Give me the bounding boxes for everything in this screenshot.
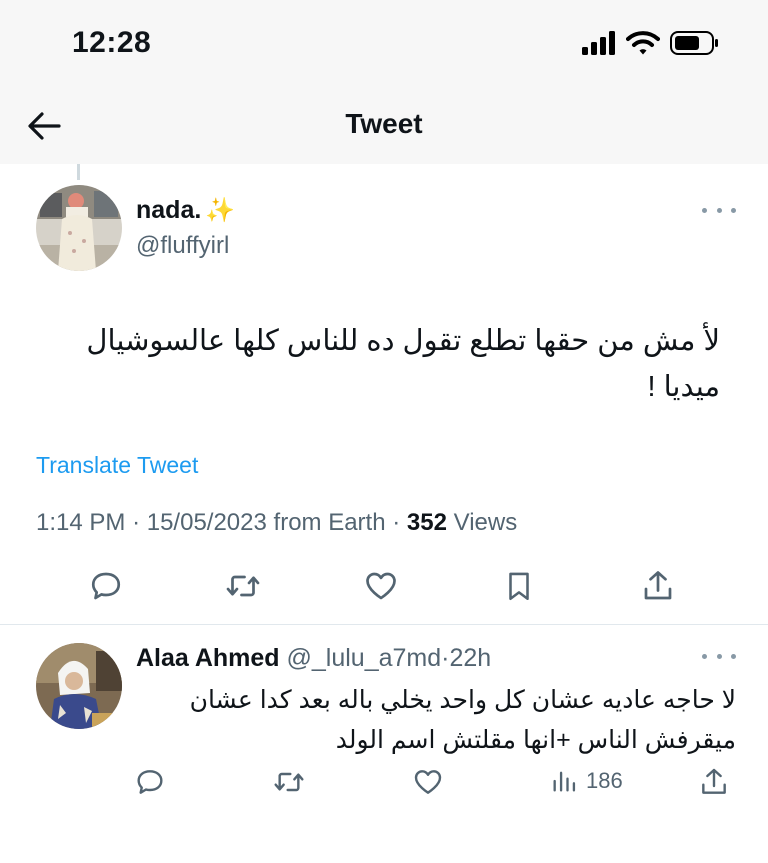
retweet-button[interactable] — [224, 568, 262, 604]
bookmark-icon — [509, 572, 529, 601]
share-icon — [702, 768, 726, 794]
views-chart-icon — [553, 771, 576, 792]
translate-tweet-link[interactable]: Translate Tweet — [36, 452, 198, 479]
status-time: 12:28 — [72, 26, 152, 59]
tweet-time: 1:14 PM — [36, 509, 126, 536]
bookmark-button[interactable] — [502, 568, 536, 604]
tweet-actions — [0, 562, 768, 610]
reply-retweet-button[interactable] — [272, 766, 306, 798]
retweet-icon — [274, 772, 304, 792]
reply-text: لا حاجه عاديه عشان كل واحد يخلي باله بعد… — [189, 686, 736, 754]
reply-share-button[interactable] — [698, 766, 730, 798]
retweet-icon — [226, 575, 260, 597]
author-avatar[interactable] — [36, 185, 122, 271]
reply-views-button[interactable]: 186 — [550, 766, 623, 796]
avatar-image — [36, 185, 122, 271]
thread-connector — [77, 164, 80, 180]
share-icon — [644, 571, 672, 600]
tweet-source: from Earth — [273, 509, 386, 536]
status-bar: 12:28 — [0, 0, 768, 88]
reply-icon — [137, 770, 163, 794]
meta-separator: · — [132, 509, 141, 536]
avatar-image — [36, 643, 122, 729]
battery-icon — [670, 31, 718, 55]
sparkles-emoji: ✨ — [205, 197, 236, 224]
more-options-button[interactable] — [702, 200, 736, 220]
reply-timestamp[interactable]: 22h — [449, 644, 491, 672]
tweet-text: لأ مش من حقها تطلع تقول ده للناس كلها عا… — [86, 325, 720, 403]
more-dots-icon — [702, 207, 707, 213]
divider — [0, 624, 768, 625]
reply-author-name[interactable]: Alaa Ahmed — [136, 644, 280, 672]
reply-author-avatar[interactable] — [36, 643, 122, 729]
tweet-date: 15/05/2023 — [146, 509, 267, 536]
like-button[interactable] — [362, 568, 400, 604]
reply-author-handle[interactable]: @_lulu_a7md — [287, 644, 442, 672]
reply-header: Alaa Ahmed @_lulu_a7md·22h — [136, 644, 491, 673]
signal-icon — [582, 31, 615, 55]
heart-icon — [414, 770, 442, 794]
reply-more-options-button[interactable] — [702, 646, 736, 666]
views-count: 352 — [406, 509, 447, 536]
reply-like-button[interactable] — [412, 766, 444, 798]
reply-icon — [91, 572, 121, 600]
nav-bar: Tweet — [0, 88, 768, 164]
reply-actions: 186 — [0, 762, 768, 802]
wifi-icon — [626, 31, 660, 55]
author-handle[interactable]: @fluffyirl — [136, 232, 229, 260]
reply-views-count: 186 — [586, 768, 623, 793]
views-label: Views — [453, 509, 518, 536]
more-dots-icon — [702, 653, 707, 659]
meta-separator: · — [392, 509, 401, 536]
reply-reply-button[interactable] — [134, 766, 166, 798]
tweet-meta: 1:14 PM · 15/05/2023 from Earth · 352 Vi… — [36, 509, 517, 537]
status-icons — [582, 30, 720, 56]
author-display-name[interactable]: nada. ✨ — [136, 196, 235, 225]
reply-button[interactable] — [88, 568, 124, 604]
share-button[interactable] — [640, 568, 676, 604]
heart-icon — [366, 572, 396, 600]
author-name-text: nada. — [136, 196, 202, 224]
page-title: Tweet — [345, 108, 423, 139]
